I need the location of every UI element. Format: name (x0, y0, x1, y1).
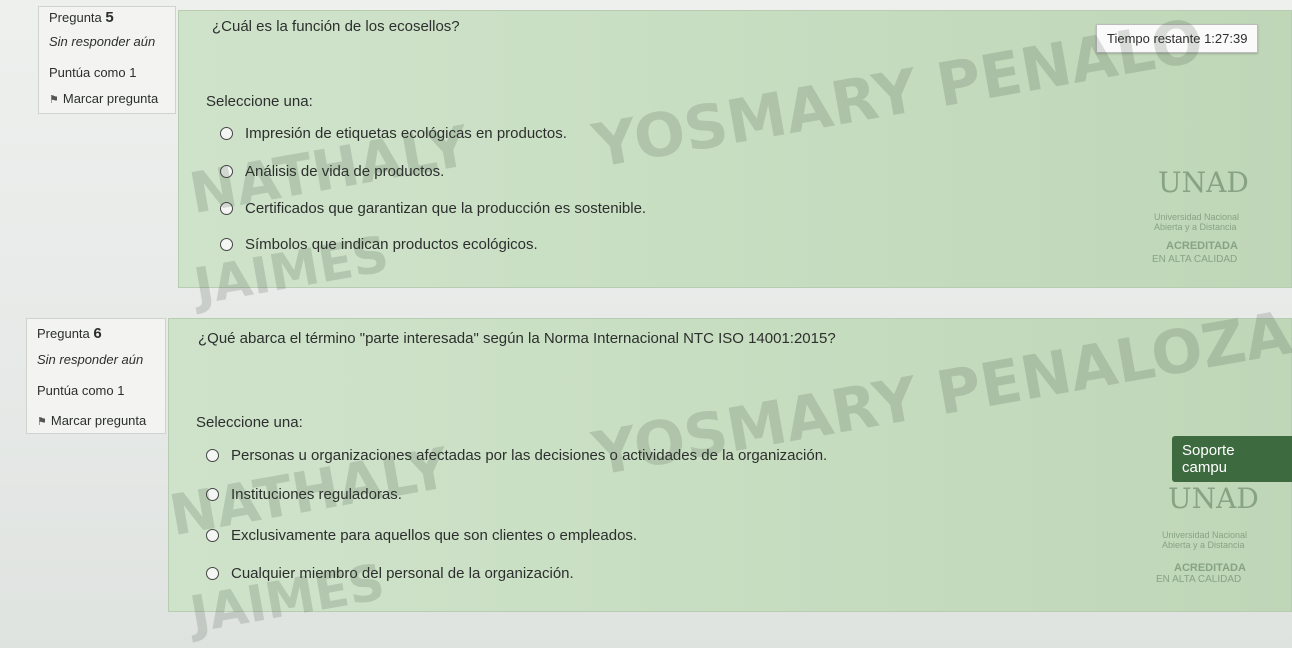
question-status: Sin responder aún (37, 352, 144, 367)
question-points: Puntúa como 1 (49, 65, 137, 80)
radio-button[interactable] (206, 567, 219, 580)
flag-icon: ⚑ (37, 416, 47, 428)
flag-question-button[interactable]: ⚑ Marcar pregunta (37, 413, 146, 428)
flag-label: Marcar pregunta (62, 91, 159, 106)
unad-logo-subtitle: Universidad Nacional (1162, 530, 1248, 540)
option-label: Impresión de etiquetas ecológicas en pro… (245, 125, 567, 142)
unad-logo: UNAD Universidad Nacional Abierta y a Di… (1140, 478, 1290, 588)
unad-logo-subtitle: Universidad Nacional (1154, 212, 1240, 222)
option-label: Análisis de vida de productos. (245, 163, 445, 180)
flag-label: Marcar pregunta (50, 413, 147, 428)
radio-button[interactable] (220, 165, 233, 178)
answer-option[interactable]: Cualquier miembro del personal de la org… (206, 565, 574, 582)
question-text: ¿Cuál es la función de los ecosellos? (212, 18, 460, 35)
option-label: Exclusivamente para aquellos que son cli… (231, 527, 638, 544)
option-label: Instituciones reguladoras. (231, 486, 402, 503)
support-button[interactable]: Soporte campu (1172, 436, 1292, 482)
select-label: Seleccione una: (196, 414, 303, 431)
answer-option[interactable]: Exclusivamente para aquellos que son cli… (206, 527, 637, 544)
radio-button[interactable] (220, 202, 233, 215)
unad-logo: UNAD Universidad Nacional Abierta y a Di… (1130, 160, 1280, 270)
answer-option[interactable]: Instituciones reguladoras. (206, 486, 402, 503)
unad-logo-subtitle: Abierta y a Distancia (1154, 222, 1237, 232)
accreditation-badge: ACREDITADA (1166, 240, 1238, 252)
question-number: 5 (105, 9, 114, 26)
option-label: Cualquier miembro del personal de la org… (231, 565, 574, 582)
question-label: Pregunta (37, 326, 90, 341)
select-label: Seleccione una: (206, 93, 313, 110)
timer-label: Tiempo restante (1107, 31, 1201, 46)
unad-logo-name: UNAD (1158, 166, 1249, 199)
accreditation-badge: EN ALTA CALIDAD (1156, 574, 1242, 585)
question-info-6: Pregunta 6 Sin responder aún Puntúa como… (26, 318, 166, 434)
question-info-5: Pregunta 5 Sin responder aún Puntúa como… (38, 6, 176, 114)
accreditation-badge: ACREDITADA (1174, 562, 1246, 574)
option-label: Símbolos que indican productos ecológico… (245, 236, 538, 253)
accreditation-badge: EN ALTA CALIDAD (1152, 254, 1238, 265)
flag-icon: ⚑ (49, 94, 59, 106)
radio-button[interactable] (220, 238, 233, 251)
question-number-5: Pregunta 5 (49, 9, 114, 26)
answer-option[interactable]: Análisis de vida de productos. (220, 163, 444, 180)
question-points: Puntúa como 1 (37, 383, 125, 398)
unad-logo-name: UNAD (1168, 482, 1259, 515)
answer-option[interactable]: Símbolos que indican productos ecológico… (220, 236, 538, 253)
radio-button[interactable] (206, 449, 219, 462)
question-label: Pregunta (49, 10, 102, 25)
question-number-6: Pregunta 6 (37, 325, 102, 342)
radio-button[interactable] (206, 529, 219, 542)
radio-button[interactable] (220, 127, 233, 140)
flag-question-button[interactable]: ⚑ Marcar pregunta (49, 91, 158, 106)
unad-logo-subtitle: Abierta y a Distancia (1162, 540, 1245, 550)
question-text: ¿Qué abarca el término "parte interesada… (198, 330, 836, 347)
question-status: Sin responder aún (49, 34, 156, 49)
timer-value: 1:27:39 (1204, 31, 1248, 46)
question-number: 6 (93, 325, 102, 342)
time-remaining: Tiempo restante 1:27:39 (1096, 24, 1259, 53)
radio-button[interactable] (206, 488, 219, 501)
option-label: Certificados que garantizan que la produ… (245, 200, 647, 217)
option-label: Personas u organizaciones afectadas por … (231, 447, 828, 464)
answer-option[interactable]: Certificados que garantizan que la produ… (220, 200, 646, 217)
answer-option[interactable]: Personas u organizaciones afectadas por … (206, 447, 827, 464)
answer-option[interactable]: Impresión de etiquetas ecológicas en pro… (220, 125, 567, 142)
